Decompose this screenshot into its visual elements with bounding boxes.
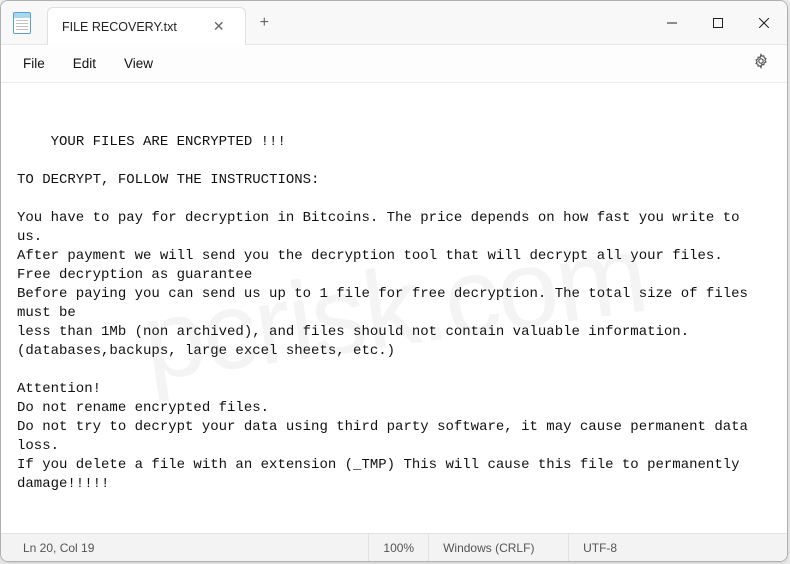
close-window-button[interactable]: [741, 1, 787, 44]
maximize-icon: [713, 18, 723, 28]
status-encoding: UTF-8: [568, 534, 668, 561]
document-text: YOUR FILES ARE ENCRYPTED !!! TO DECRYPT,…: [17, 134, 756, 533]
window-controls: [649, 1, 787, 44]
status-position: Ln 20, Col 19: [1, 534, 108, 561]
menubar: File Edit View: [1, 45, 787, 83]
status-zoom[interactable]: 100%: [368, 534, 428, 561]
notepad-window: FILE RECOVERY.txt ✕ + File Edit View: [0, 0, 788, 562]
titlebar-spacer: [283, 1, 649, 44]
notepad-icon: [13, 12, 31, 34]
text-editor[interactable]: pcrisk.com YOUR FILES ARE ENCRYPTED !!! …: [1, 83, 787, 533]
document-tab[interactable]: FILE RECOVERY.txt ✕: [47, 7, 246, 45]
tab-title: FILE RECOVERY.txt: [62, 20, 177, 34]
gear-icon: [753, 53, 769, 69]
status-line-ending: Windows (CRLF): [428, 534, 568, 561]
app-icon: [1, 1, 43, 44]
menu-edit[interactable]: Edit: [59, 50, 110, 77]
titlebar: FILE RECOVERY.txt ✕ +: [1, 1, 787, 45]
statusbar: Ln 20, Col 19 100% Windows (CRLF) UTF-8: [1, 533, 787, 561]
close-tab-icon[interactable]: ✕: [207, 16, 231, 37]
close-icon: [759, 18, 769, 28]
new-tab-button[interactable]: +: [246, 1, 283, 44]
menu-view[interactable]: View: [110, 50, 167, 77]
minimize-icon: [667, 18, 677, 28]
plus-icon: +: [260, 14, 269, 32]
menu-file[interactable]: File: [9, 50, 59, 77]
minimize-button[interactable]: [649, 1, 695, 44]
settings-button[interactable]: [743, 47, 779, 80]
maximize-button[interactable]: [695, 1, 741, 44]
